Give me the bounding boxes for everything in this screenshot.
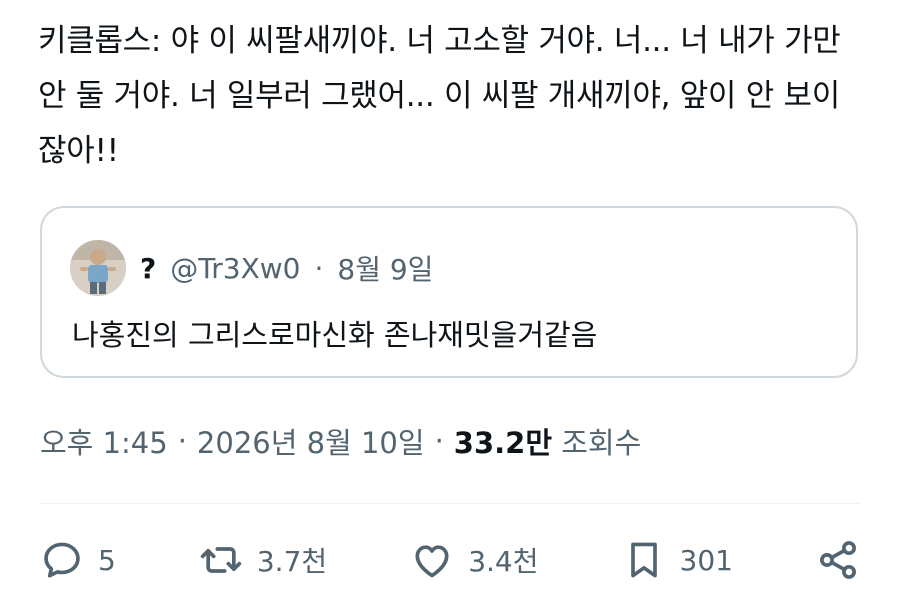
quoted-tweet-header: ? @Tr3Xw0 · 8월 9일 <box>70 240 433 296</box>
meta-separator: · <box>434 424 444 458</box>
share-button[interactable] <box>816 538 860 582</box>
retweet-icon <box>199 538 243 582</box>
reply-icon <box>40 538 84 582</box>
tweet-time[interactable]: 오후 1:45 <box>40 420 168 462</box>
like-button[interactable]: 3.4천 <box>410 538 538 582</box>
tweet-text: 키클롭스: 야 이 씨팔새끼야. 너 고소할 거야. 너... 너 내가 가만 … <box>38 23 841 169</box>
bookmark-count: 301 <box>679 543 733 577</box>
share-icon <box>816 538 860 582</box>
views-label: 조회수 <box>561 426 642 460</box>
quoted-user-name[interactable]: ? <box>140 252 156 285</box>
reply-count: 5 <box>98 543 116 577</box>
meta-separator: · <box>177 424 187 458</box>
retweet-count: 3.7천 <box>256 545 328 578</box>
quoted-header-separator: · <box>314 251 324 285</box>
bookmark-icon <box>622 538 666 582</box>
tweet-date[interactable]: 2026년 8월 10일 <box>197 420 425 462</box>
quoted-tweet-date[interactable]: 8월 9일 <box>337 248 433 288</box>
quoted-tweet-text: 나홍진의 그리스로마신화 존나재밋을거같음 <box>72 318 598 352</box>
quoted-user-handle[interactable]: @Tr3Xw0 <box>170 252 300 285</box>
action-bar: 5 3.7천 3.4천 301 <box>40 528 860 592</box>
quoted-tweet-card[interactable]: ? @Tr3Xw0 · 8월 9일 나홍진의 그리스로마신화 존나재밋을거같음 <box>40 206 858 378</box>
views-count: 33.2만 <box>453 426 553 460</box>
reply-button[interactable]: 5 <box>40 538 116 582</box>
divider <box>40 503 860 504</box>
retweet-button[interactable]: 3.7천 <box>199 538 327 582</box>
like-count: 3.4천 <box>468 545 539 578</box>
heart-icon <box>410 538 454 582</box>
quoted-user-avatar[interactable] <box>70 240 126 296</box>
tweet-meta: 오후 1:45 · 2026년 8월 10일 · 33.2만 조회수 <box>40 420 641 462</box>
bookmark-button[interactable]: 301 <box>622 538 733 582</box>
